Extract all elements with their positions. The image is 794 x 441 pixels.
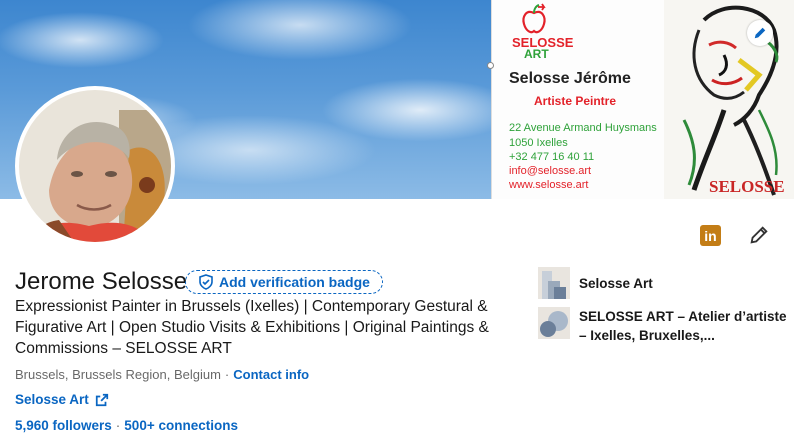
profile-location: Brussels, Brussels Region, Belgium: [15, 367, 221, 382]
card-role: Artiste Peintre: [534, 94, 617, 108]
connections-link[interactable]: 500+ connections: [124, 418, 238, 433]
separator-dot: ·: [224, 367, 230, 382]
website-label: Selosse Art: [15, 392, 89, 407]
pencil-icon: [750, 226, 768, 244]
experience-name: Selosse Art: [579, 276, 653, 291]
card-phone: +32 477 16 40 11: [509, 151, 595, 163]
apple-logo-icon: [522, 3, 546, 34]
card-brand-line2: ART: [524, 47, 549, 61]
profile-headline: Expressionist Painter in Brussels (Ixell…: [15, 298, 489, 357]
network-stats: 5,960 followers · 500+ connections: [15, 418, 238, 433]
face-painting-image: SELOSSE: [664, 0, 794, 199]
linkedin-badge-icon[interactable]: in: [700, 225, 721, 246]
followers-link[interactable]: 5,960 followers: [15, 418, 112, 433]
pencil-icon: [754, 27, 766, 39]
website-link[interactable]: Selosse Art: [15, 392, 109, 407]
profile-photo-image: [19, 90, 171, 242]
location-row: Brussels, Brussels Region, Belgium · Conta…: [15, 367, 309, 382]
contact-info-link[interactable]: Contact info: [233, 367, 309, 382]
experience-item-selosse-atelier[interactable]: SELOSSE ART – Atelier d’artiste – Ixelle…: [538, 307, 789, 345]
school-logo-icon: [538, 307, 570, 339]
edit-banner-button[interactable]: [747, 20, 773, 46]
profile-photo[interactable]: [15, 86, 175, 246]
card-email: info@selosse.art: [509, 165, 592, 177]
painting-signature: SELOSSE: [709, 177, 785, 196]
shield-check-icon: [199, 274, 213, 290]
banner-resize-handle[interactable]: [487, 62, 494, 69]
card-address: 22 Avenue Armand Huysmans 1050 Ixelles +…: [509, 121, 657, 165]
experience-name: SELOSSE ART – Atelier d’artiste – Ixelle…: [579, 309, 787, 343]
external-link-icon: [95, 393, 108, 406]
verification-label: Add verification badge: [219, 274, 370, 290]
card-address-line2: 1050 Ixelles: [509, 136, 568, 149]
card-address-line1: 22 Avenue Armand Huysmans: [509, 122, 657, 134]
card-name: Selosse Jérôme: [509, 70, 631, 87]
add-verification-badge-button[interactable]: Add verification badge: [185, 270, 383, 294]
card-contact: info@selosse.art www.selosse.art: [509, 164, 591, 192]
separator-dot: ·: [115, 418, 121, 433]
company-logo-icon: [538, 267, 570, 299]
edit-profile-button[interactable]: [748, 224, 770, 246]
profile-name: Jerome Selosse: [15, 268, 188, 295]
card-website: www.selosse.art: [509, 179, 589, 191]
experience-item-selosse-art[interactable]: Selosse Art: [538, 267, 653, 299]
